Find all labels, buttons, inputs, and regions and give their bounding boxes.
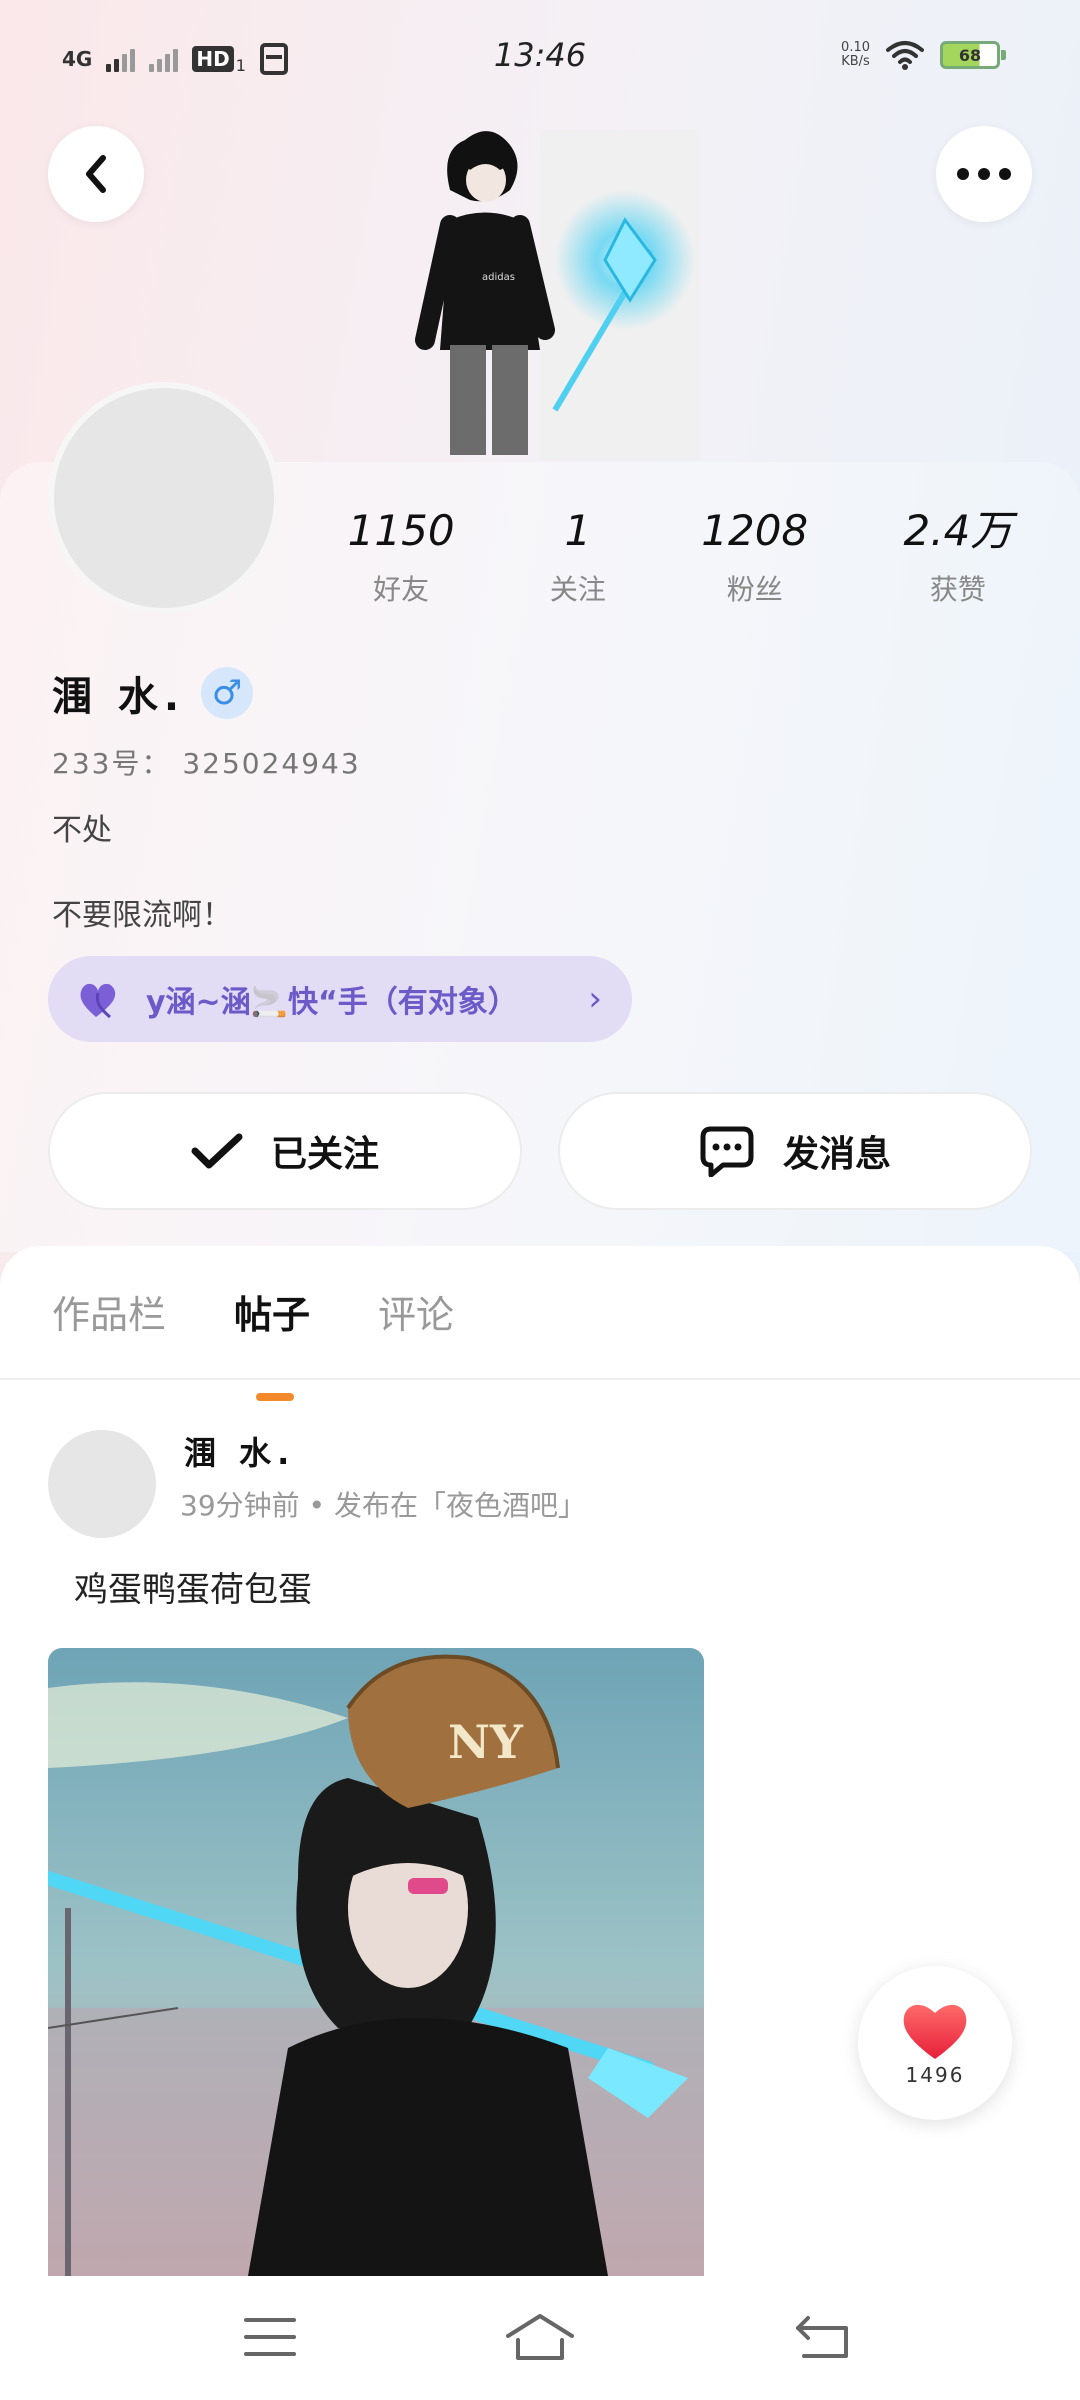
stat-value: 1150 — [347, 506, 455, 555]
post-meta[interactable]: 39分钟前 • 发布在「夜色酒吧」 — [180, 1484, 586, 1524]
battery-icon: 68 — [940, 41, 1006, 69]
svg-text:adidas: adidas — [482, 272, 515, 283]
stat-friends[interactable]: 1150 好友 — [348, 500, 455, 608]
profile-signature: 不处 — [52, 813, 112, 848]
check-icon — [191, 1133, 243, 1169]
post-author-name[interactable]: 涠 水. — [184, 1428, 295, 1474]
tab-posts[interactable]: 帖子 — [234, 1284, 310, 1401]
net-speed-value: 0.10 — [841, 40, 870, 55]
tab-divider — [0, 1378, 1080, 1380]
status-right: 0.10 KB/s 68 — [841, 40, 1006, 70]
back-button[interactable] — [48, 126, 144, 222]
stat-fans[interactable]: 1208 粉丝 — [701, 500, 808, 608]
male-icon: ♂ — [201, 667, 254, 719]
chat-bubble-icon — [700, 1126, 754, 1177]
wifi-icon — [886, 41, 924, 70]
more-dots-icon — [957, 168, 1011, 180]
tab-comments[interactable]: 评论 — [378, 1284, 454, 1339]
tab-works[interactable]: 作品栏 — [52, 1284, 166, 1339]
like-button[interactable]: 1496 — [858, 1966, 1012, 2120]
battery-level: 68 — [958, 45, 982, 65]
menu-icon[interactable] — [240, 2310, 300, 2364]
followed-label: 已关注 — [270, 1134, 379, 1175]
stat-label: 粉丝 — [726, 573, 783, 606]
stat-likes[interactable]: 2.4万 获赞 — [904, 500, 1013, 608]
stat-value: 1 — [564, 506, 592, 555]
stat-label: 获赞 — [929, 573, 986, 606]
home-icon[interactable] — [504, 2310, 576, 2364]
followed-button[interactable]: 已关注 — [48, 1092, 522, 1210]
net-speed: 0.10 KB/s — [841, 41, 870, 69]
more-button[interactable] — [936, 126, 1032, 222]
message-button[interactable]: 发消息 — [558, 1092, 1032, 1210]
profile-stats: 1150 好友 1 关注 1208 粉丝 2.4万 获赞 — [300, 500, 1060, 608]
profile-name: 涠 水. — [52, 674, 186, 720]
name-row: 涠 水. ♂ — [52, 664, 254, 722]
user-id[interactable]: 233号： 325024943 — [52, 742, 361, 782]
cover-illustration: adidas — [415, 130, 700, 460]
stat-label: 关注 — [549, 573, 606, 606]
avatar[interactable] — [48, 382, 280, 614]
stat-label: 好友 — [373, 573, 430, 606]
system-nav-bar — [0, 2276, 1080, 2400]
post-author-avatar[interactable] — [48, 1430, 156, 1538]
back-nav-icon[interactable] — [794, 2310, 854, 2364]
profile-tabs: 作品栏 帖子 评论 — [52, 1284, 454, 1401]
chevron-left-icon — [86, 155, 106, 193]
message-label: 发消息 — [782, 1134, 891, 1175]
feed-section: 作品栏 帖子 评论 涠 水. 39分钟前 • 发布在「夜色酒吧」 鸡蛋鸭蛋荷包蛋 — [0, 1246, 1080, 2276]
profile-bio: 不要限流啊！ — [52, 898, 232, 933]
cp-text: y涵~涵🚬快“手（有对象） — [146, 985, 518, 1020]
stat-value: 2.4万 — [903, 506, 1013, 555]
post-image[interactable]: NY — [48, 1648, 704, 2276]
stat-following[interactable]: 1 关注 — [550, 500, 606, 608]
purple-heart-icon — [80, 983, 116, 1019]
stat-value: 1208 — [701, 506, 809, 555]
status-bar: 4G HD 1 13:46 0.10 KB/s 68 — [0, 0, 1080, 110]
post-text[interactable]: 鸡蛋鸭蛋荷包蛋 — [74, 1562, 312, 1611]
chevron-right-icon: › — [588, 979, 602, 1019]
net-speed-unit: KB/s — [841, 54, 870, 69]
cp-relationship-banner[interactable]: y涵~涵🚬快“手（有对象） › — [48, 956, 632, 1042]
cap-logo: NY — [448, 1715, 524, 1769]
red-heart-icon — [903, 2004, 967, 2059]
like-count: 1496 — [905, 2063, 965, 2087]
